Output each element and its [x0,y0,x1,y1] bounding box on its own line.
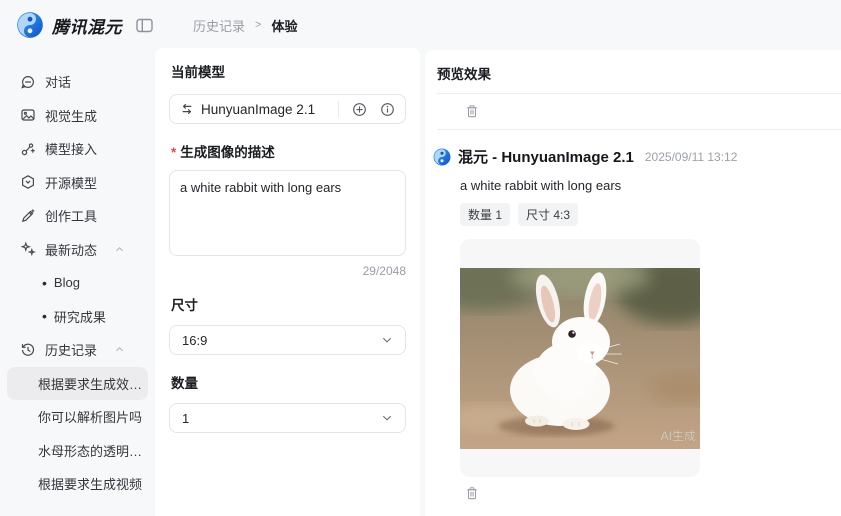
image-icon [20,107,36,123]
nodes-icon [20,141,36,157]
preview-panel: 预览效果 混元 - HunyuanImage 2.1 2025/09/11 13… [425,50,841,516]
size-value: 16:9 [182,332,208,348]
history-item-label: 根据要求生成效… [38,376,143,392]
sparkles-icon [20,241,36,257]
size-label: 尺寸 [171,298,198,313]
preview-title: 预览效果 [437,67,491,82]
model-info-button[interactable] [380,102,395,117]
count-label: 数量 [171,376,198,391]
char-counter: 29/2048 [362,264,406,278]
generation-form-panel: 当前模型 HunyuanImage 2.1 * 生成图像的描述 a white … [155,48,420,516]
generation-result: 混元 - HunyuanImage 2.1 2025/09/11 13:12 a… [425,130,841,501]
result-model-title: 混元 - HunyuanImage 2.1 [458,149,634,166]
required-mark: * [171,145,177,160]
breadcrumb-parent[interactable]: 历史记录 [193,16,245,35]
sidebar-item-label: 创作工具 [45,209,98,225]
history-item-generate-video[interactable]: 根据要求生成视频 [7,467,148,501]
history-item-generate-effect[interactable]: 根据要求生成效… [7,366,148,400]
count-value: 1 [182,410,190,426]
generated-image-card[interactable]: AI生成 [460,239,700,477]
bullet-icon: • [42,308,47,325]
size-select[interactable]: 16:9 [169,325,406,355]
breadcrumb: 历史记录 > 体验 [193,16,297,35]
sidebar-collapse-icon[interactable] [136,18,153,33]
delete-result-trash-icon[interactable] [465,486,479,501]
sidebar-item-visual-generation[interactable]: 视觉生成 [0,99,155,133]
chevron-up-icon[interactable] [114,344,125,355]
result-header: 混元 - HunyuanImage 2.1 2025/09/11 13:12 [433,146,821,167]
sidebar-subitem-label: 研究成果 [53,309,106,325]
chevron-down-icon [381,334,393,346]
sidebar-item-open-source-models[interactable]: 开源模型 [0,166,155,200]
chat-icon [20,74,36,90]
count-select[interactable]: 1 [169,403,406,433]
topbar: 腾讯混元 历史记录 > 体验 [0,0,841,50]
sidebar-subitem-blog[interactable]: • Blog [0,266,155,300]
sidebar-subitem-label: Blog [53,275,80,291]
sidebar: 对话 视觉生成 模型接入 开源模型 创作工具 最新动态 • Blog • 研究成… [0,50,155,516]
divider [338,101,339,117]
add-model-button[interactable] [352,102,367,117]
bullet-icon: • [42,274,47,291]
sidebar-item-label: 视觉生成 [45,108,98,124]
history-item-label: 水母形态的透明… [38,443,143,459]
count-tag: 数量 1 [460,203,511,226]
history-item-jellyfish[interactable]: 水母形态的透明… [7,434,148,468]
ai-watermark: AI生成 [661,429,696,443]
breadcrumb-current: 体验 [271,18,298,34]
hunyuan-avatar [433,148,451,166]
model-selector[interactable]: HunyuanImage 2.1 [169,94,406,124]
chevron-down-icon [381,412,393,424]
hunyuan-logo-icon [16,11,44,39]
swap-icon [180,102,194,116]
sidebar-item-history[interactable]: 历史记录 [0,333,155,367]
sidebar-item-chat[interactable]: 对话 [0,65,155,99]
prompt-input[interactable]: a white rabbit with long ears [169,170,406,256]
prompt-label: * 生成图像的描述 [171,145,275,160]
current-model-label: 当前模型 [171,65,225,80]
result-prompt-text: a white rabbit with long ears [460,178,622,193]
brand[interactable]: 腾讯混元 [16,11,122,39]
chevron-up-icon[interactable] [114,244,125,255]
sidebar-item-label: 开源模型 [45,175,98,191]
sidebar-item-label: 对话 [45,75,72,91]
breadcrumb-separator-icon: > [255,19,262,31]
clear-all-trash-icon[interactable] [465,104,479,119]
history-clock-icon [20,342,36,358]
sidebar-item-label: 最新动态 [45,242,98,258]
preview-toolbar [425,94,841,129]
sidebar-item-label: 历史记录 [45,343,98,359]
sidebar-item-creation-tools[interactable]: 创作工具 [0,199,155,233]
history-item-parse-image[interactable]: 你可以解析图片吗 [7,400,148,434]
selected-model-name: HunyuanImage 2.1 [201,101,316,117]
result-timestamp: 2025/09/11 13:12 [644,149,738,164]
history-item-label: 根据要求生成视频 [38,477,143,493]
sidebar-item-latest-news[interactable]: 最新动态 [0,233,155,267]
size-tag: 尺寸 4:3 [518,203,579,226]
app-root: 腾讯混元 历史记录 > 体验 对话 视觉生成 模型接入 开源模型 创作工具 最新… [0,0,841,516]
result-tags: 数量 1 尺寸 4:3 [460,203,821,226]
sidebar-item-model-access[interactable]: 模型接入 [0,132,155,166]
sidebar-subitem-research[interactable]: • 研究成果 [0,300,155,334]
cube-icon [20,174,36,190]
brand-name: 腾讯混元 [52,17,122,37]
history-item-label: 你可以解析图片吗 [38,410,143,426]
generated-rabbit-image: AI生成 [460,267,700,449]
pen-icon [20,208,36,224]
sidebar-item-label: 模型接入 [45,142,98,158]
